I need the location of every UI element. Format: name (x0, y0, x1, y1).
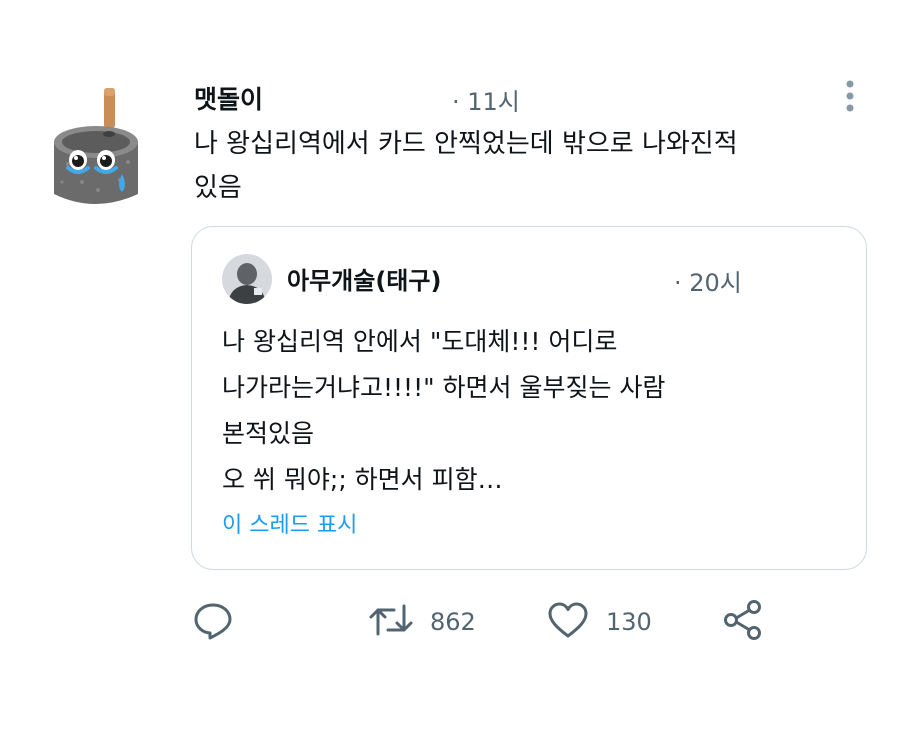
share-icon (722, 599, 764, 645)
quote-text-line: 나가라는거냐고!!!!" 하면서 울부짖는 사람 (222, 373, 666, 402)
quote-text-line: 나 왕십리역 안에서 "도대체!!! 어디로 (222, 327, 618, 356)
quote-text: 나 왕십리역 안에서 "도대체!!! 어디로 나가라는거냐고!!!!" 하면서 … (222, 319, 842, 503)
show-thread-link[interactable]: 이 스레드 표시 (222, 507, 357, 539)
retweet-button[interactable]: 862 (368, 600, 476, 644)
heart-icon (546, 600, 590, 644)
author-name[interactable]: 맷돌이 (194, 80, 263, 116)
like-button[interactable]: 130 (546, 600, 652, 644)
retweet-count: 862 (430, 608, 476, 636)
quote-timestamp[interactable]: · 20시 (674, 263, 742, 298)
reply-button[interactable] (192, 600, 234, 644)
tweet-text-line: 나 왕십리역에서 카드 안찍었는데 밖으로 나와진적 (194, 129, 738, 159)
more-options-icon[interactable] (838, 76, 862, 116)
quote-text-line: 본적있음 (222, 419, 315, 448)
quoted-tweet-card[interactable]: 아무개술(태구) · 20시 나 왕십리역 안에서 "도대체!!! 어디로 나가… (191, 226, 867, 570)
tweet-timestamp[interactable]: · 11시 (452, 82, 520, 117)
tweet-text-line: 있음 (194, 173, 242, 203)
tweet-text: 나 왕십리역에서 카드 안찍었는데 밖으로 나와진적 있음 (194, 122, 884, 210)
retweet-icon (368, 600, 414, 644)
quote-author-name[interactable]: 아무개술(태구) (287, 261, 441, 296)
reply-icon (192, 600, 234, 644)
author-avatar[interactable] (48, 86, 142, 216)
quote-text-line: 오 쒸 뭐야;; 하면서 피함… (222, 465, 503, 494)
share-button[interactable] (722, 600, 764, 644)
like-count: 130 (606, 608, 652, 636)
quote-author-avatar[interactable] (222, 254, 272, 304)
